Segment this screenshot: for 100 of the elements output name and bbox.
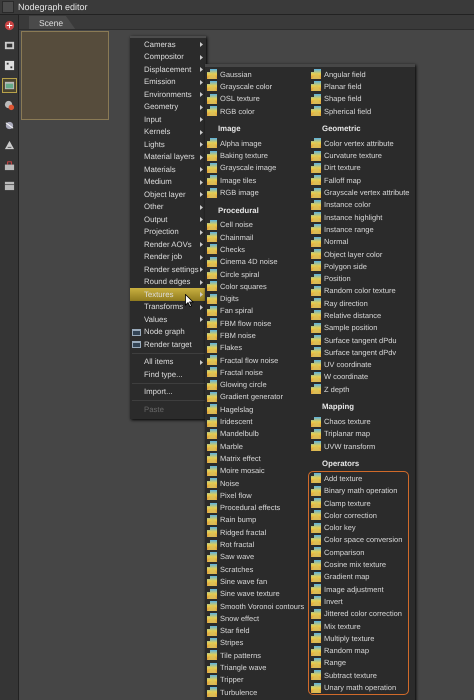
texture-icon <box>311 81 321 92</box>
texture-icon <box>207 106 217 116</box>
texture-icon <box>207 269 217 279</box>
texture-icon <box>207 552 217 562</box>
texture-icon <box>207 150 217 161</box>
window-title: Nodegraph editor <box>18 2 88 12</box>
arrow-icon <box>200 117 203 122</box>
texture-icon <box>311 94 321 104</box>
texture-icon <box>207 81 217 92</box>
texture-icon <box>207 318 217 328</box>
texture-icon <box>207 416 217 427</box>
texture-icon <box>207 342 217 353</box>
texture-icon <box>311 150 321 161</box>
texture-icon <box>311 621 321 632</box>
texture-icon <box>311 322 321 333</box>
target-icon <box>4 20 14 31</box>
texture-icon <box>311 335 321 346</box>
arrow-icon <box>200 154 203 160</box>
texture-icon <box>311 372 321 382</box>
tool-button[interactable] <box>2 78 16 93</box>
texture-icon <box>311 261 321 272</box>
texture-icon <box>311 162 321 173</box>
spheres-icon <box>4 100 14 111</box>
texture-icon <box>207 576 217 586</box>
texture-icon <box>207 514 217 525</box>
texture-icon <box>311 200 321 210</box>
arrow-icon <box>200 304 203 310</box>
arrow-icon <box>200 130 203 134</box>
arrow-icon <box>200 280 203 284</box>
texture-icon <box>207 392 217 402</box>
tab[interactable]: Scene <box>29 16 76 29</box>
texture-icon <box>311 547 321 558</box>
texture-icon <box>311 69 321 80</box>
texture-icon <box>311 384 321 394</box>
texture-icon <box>311 347 321 358</box>
texture-icon <box>311 498 321 508</box>
texture-icon <box>207 502 217 513</box>
texture-icon <box>311 596 321 606</box>
texture-icon <box>311 428 321 439</box>
arrow-icon <box>200 360 203 364</box>
texture-icon <box>207 613 217 624</box>
texture-icon <box>207 355 217 366</box>
texture-icon <box>311 534 321 545</box>
texture-icon <box>207 466 217 476</box>
texture-icon <box>207 527 217 538</box>
texture-icon <box>207 188 217 198</box>
texture-icon <box>207 138 217 148</box>
arrow-icon <box>200 267 203 272</box>
texture-icon <box>311 106 321 116</box>
texture-icon <box>207 687 217 698</box>
texture-icon <box>311 510 321 520</box>
arrow-icon <box>200 192 203 197</box>
texture-icon <box>311 274 321 284</box>
texture-icon <box>207 220 217 230</box>
texture-icon <box>207 367 217 378</box>
texture-icon <box>311 298 321 308</box>
texture-icon <box>207 256 217 267</box>
texture-icon <box>311 522 321 533</box>
arrow-icon <box>200 254 203 260</box>
texture-icon <box>311 670 321 680</box>
arrow-icon <box>200 242 203 247</box>
texture-icon <box>311 212 321 222</box>
arrow-icon <box>200 92 203 97</box>
arrow-icon <box>200 104 203 110</box>
texture-icon <box>207 601 217 612</box>
texture-icon <box>207 453 217 464</box>
texture-icon <box>207 162 217 173</box>
arrow-icon <box>200 142 203 147</box>
arrow-icon <box>200 42 203 47</box>
sphere-icon <box>4 120 14 131</box>
texture-icon <box>311 633 321 644</box>
texture-icon <box>207 330 217 340</box>
texture-icon <box>207 175 217 186</box>
texture-icon <box>207 564 217 574</box>
scene-thumbnail[interactable] <box>21 31 109 120</box>
texture-icon <box>311 175 321 186</box>
texture-icon <box>311 286 321 296</box>
panel-icon <box>4 180 14 191</box>
texture-icon <box>207 306 217 316</box>
arrow-icon <box>200 167 203 172</box>
texture-icon <box>311 646 321 656</box>
texture-icon <box>311 584 321 594</box>
pattern-icon <box>4 60 14 71</box>
texture-icon <box>207 232 217 242</box>
arrow-icon <box>200 230 203 234</box>
arrow-icon <box>200 204 203 210</box>
arrow-icon <box>200 54 203 60</box>
texture-icon <box>311 249 321 259</box>
texture-icon <box>207 674 217 685</box>
node-icon <box>132 340 141 349</box>
texture-icon <box>207 650 217 660</box>
texture-icon <box>311 560 321 570</box>
texture-icon <box>311 416 321 427</box>
texture-icon <box>311 608 321 619</box>
texture-icon <box>311 360 321 370</box>
texture-icon <box>311 236 321 247</box>
arrow-icon <box>200 180 203 184</box>
texture-icon <box>207 281 217 292</box>
texture-icon <box>207 638 217 648</box>
texture-icon <box>207 294 217 304</box>
